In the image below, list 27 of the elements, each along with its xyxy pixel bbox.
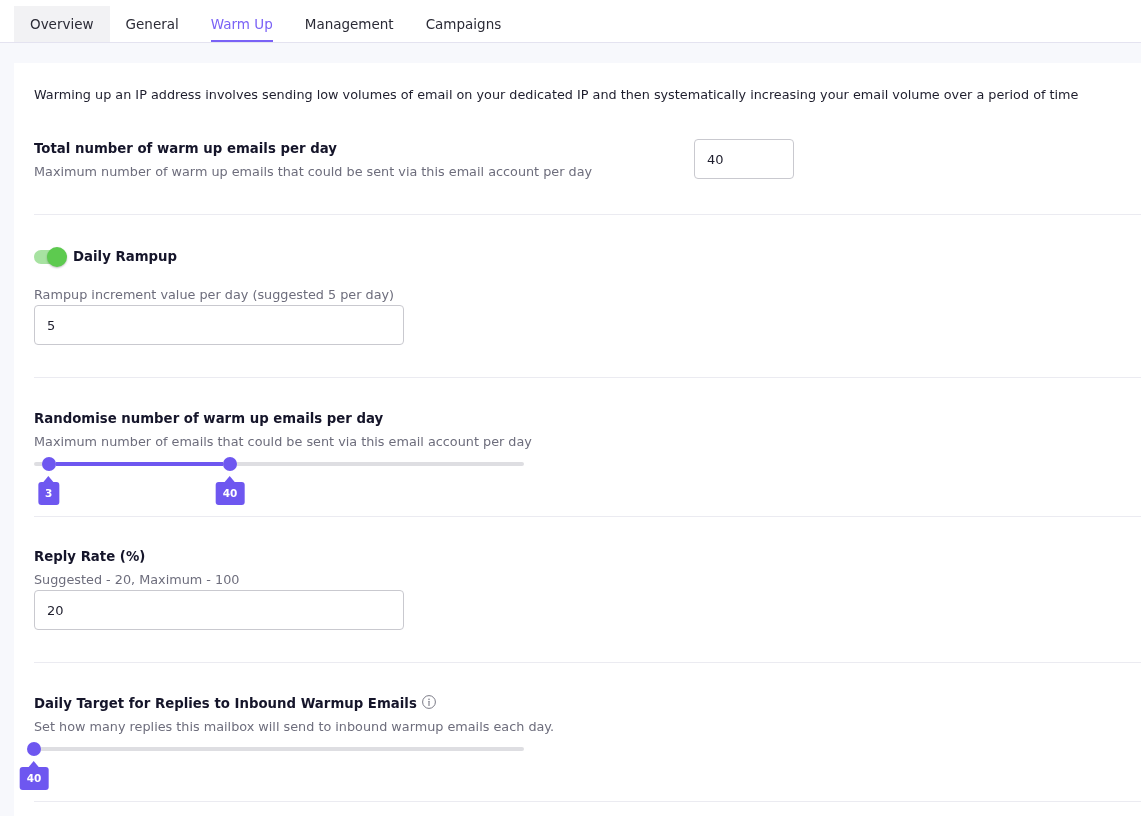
tab[interactable]: General — [109, 6, 195, 42]
section-title: Total number of warm up emails per day — [34, 140, 338, 158]
tab[interactable]: Campaigns — [409, 6, 518, 42]
value-tooltip: 40 — [215, 476, 245, 505]
tab[interactable]: Management — [288, 6, 410, 42]
number-input[interactable]: 20 — [34, 590, 404, 630]
number-input[interactable]: 5 — [34, 305, 404, 345]
slider-handle[interactable] — [41, 457, 56, 471]
field-label: Rampup increment value per day (suggested 5 per day) — [34, 286, 396, 304]
section-description: Maximum number of warm up emails that could be sent via this email account per day — [34, 163, 594, 181]
section-title: Reply Rate (%) — [34, 548, 147, 566]
value-tooltip: 3 — [38, 476, 60, 505]
section-title: Randomise number of warm up emails per day — [34, 410, 384, 428]
tab[interactable]: Warm Up — [194, 6, 289, 42]
section-description: Suggested - 20, Maximum - 100 — [34, 571, 241, 589]
section-description: Set how many replies this mailbox will send to inbound warmup emails each day. — [34, 718, 556, 736]
toggle-label: Daily Rampup — [73, 248, 177, 266]
value-tooltip: 40 — [19, 761, 49, 790]
slider-handle[interactable] — [223, 457, 237, 471]
info-icon[interactable] — [421, 694, 436, 709]
tab[interactable]: Overview — [14, 6, 110, 42]
intro-text: Warming up an IP address involves sending low volumes of email on your dedicated IP and then systematically increasing your email volume over a period of time — [34, 86, 1080, 104]
slider-handle[interactable] — [27, 742, 41, 756]
toggle-switch[interactable] — [34, 247, 67, 267]
section-description: Maximum number of emails that could be sent via this email account per day — [34, 433, 533, 451]
number-input[interactable]: 40 — [694, 139, 794, 179]
section-title: Daily Target for Replies to Inbound Warmup Emails — [34, 695, 417, 713]
